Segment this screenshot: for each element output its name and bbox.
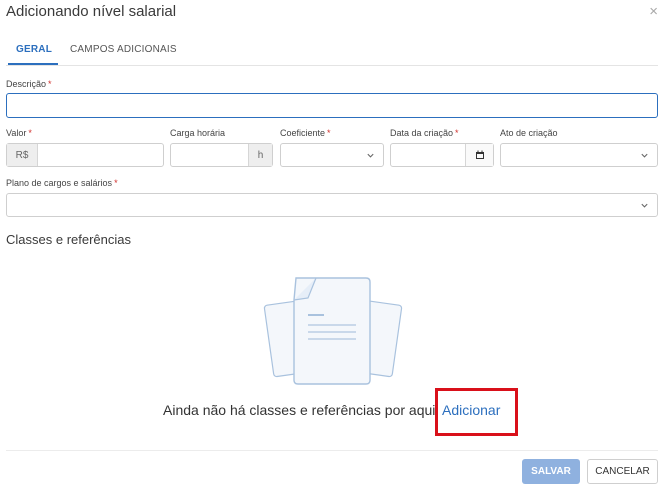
calendar-button[interactable] — [465, 144, 493, 166]
plano-select[interactable] — [6, 193, 658, 217]
cancel-button[interactable]: CANCELAR — [587, 459, 658, 484]
data-criacao-label: Data da criação * — [390, 128, 459, 138]
valor-input[interactable]: R$ — [6, 143, 164, 167]
close-icon[interactable]: × — [649, 3, 658, 20]
highlight-box — [435, 388, 518, 436]
carga-horaria-label: Carga horária — [170, 128, 226, 138]
footer-divider — [6, 450, 658, 451]
calendar-icon — [475, 150, 484, 159]
tab-campos-adicionais[interactable]: CAMPOS ADICIONAIS — [70, 44, 177, 55]
ato-criacao-label: Ato de criação — [500, 128, 558, 138]
chevron-down-icon — [641, 203, 648, 208]
chevron-down-icon — [641, 153, 648, 158]
descricao-label: Descrição * — [6, 79, 52, 89]
coeficiente-select[interactable] — [280, 143, 384, 167]
section-title: Classes e referências — [6, 232, 131, 247]
plano-label: Plano de cargos e salários * — [6, 178, 118, 188]
carga-horaria-input[interactable]: h — [170, 143, 273, 167]
save-button[interactable]: SALVAR — [522, 459, 580, 484]
hours-suffix: h — [248, 144, 272, 166]
coeficiente-label: Coeficiente * — [280, 128, 331, 138]
dialog-title: Adicionando nível salarial — [6, 3, 177, 20]
tab-geral[interactable]: GERAL — [16, 44, 52, 55]
dialog-header: Adicionando nível salarial × — [0, 0, 667, 26]
currency-prefix: R$ — [7, 144, 38, 166]
tab-bar: GERAL CAMPOS ADICIONAIS — [6, 36, 658, 66]
valor-label: Valor * — [6, 128, 32, 138]
active-tab-indicator — [8, 63, 58, 65]
descricao-input[interactable] — [6, 93, 658, 118]
documents-icon — [263, 277, 403, 385]
empty-state-text: Ainda não há classes e referências por a… — [163, 402, 436, 418]
chevron-down-icon — [367, 153, 374, 158]
empty-state: Ainda não há classes e referências por a… — [0, 402, 667, 422]
ato-criacao-select[interactable] — [500, 143, 658, 167]
data-criacao-input[interactable] — [390, 143, 494, 167]
